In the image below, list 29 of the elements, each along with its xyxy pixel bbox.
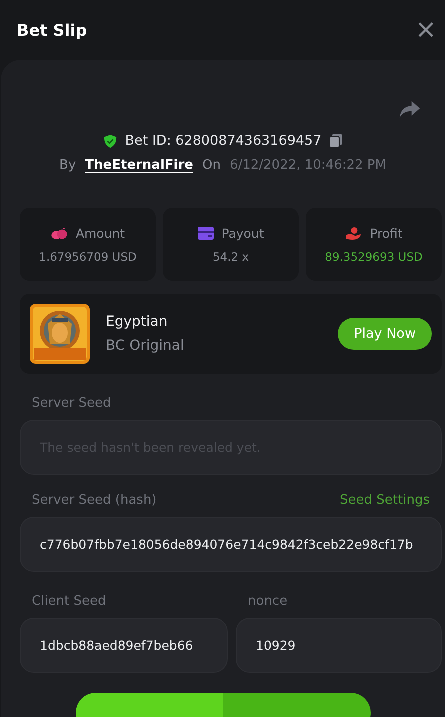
game-title: Egyptian — [106, 314, 169, 330]
stat-label: Profit — [370, 226, 403, 240]
stat-value: 1.67956709 USD — [39, 250, 137, 264]
share-icon[interactable] — [399, 100, 421, 119]
bet-id: Bet ID: 62800874363169457 — [125, 133, 322, 149]
stat-value: 54.2 x — [212, 250, 250, 264]
copy-icon[interactable] — [328, 133, 343, 149]
hand-coin-icon — [345, 226, 362, 240]
stat-label: Amount — [76, 226, 126, 240]
field-label: Client Seed — [32, 594, 108, 609]
field-label: Server Seed (hash) — [32, 493, 157, 508]
card-icon — [198, 226, 214, 240]
input-field[interactable]: 10929 — [236, 618, 442, 673]
on-label: On — [202, 158, 221, 173]
stat-label: Payout — [222, 226, 264, 240]
field-label: nonce — [248, 594, 289, 609]
dialog-title: Bet Slip — [17, 20, 88, 40]
field-label: Server Seed — [32, 396, 112, 411]
shield-check-icon — [103, 134, 118, 148]
user-link[interactable]: TheEternalFire — [85, 158, 194, 173]
by-label: By — [60, 158, 76, 173]
input-field[interactable]: c776b07fbb7e18056de894076e714c9842f3ceb22e98cf17b — [20, 517, 442, 572]
close-button[interactable]: × — [411, 17, 441, 43]
coins-icon — [50, 226, 68, 240]
seed-settings-link[interactable]: Seed Settings — [340, 493, 430, 508]
bet-date: 6/12/2022, 10:46:22 PM — [230, 158, 386, 173]
stat-value: 89.3529693 USD — [325, 250, 423, 264]
input-field[interactable]: 1dbcb88aed89ef7beb66 — [20, 618, 228, 673]
game-subtitle: BC Original — [106, 338, 186, 354]
